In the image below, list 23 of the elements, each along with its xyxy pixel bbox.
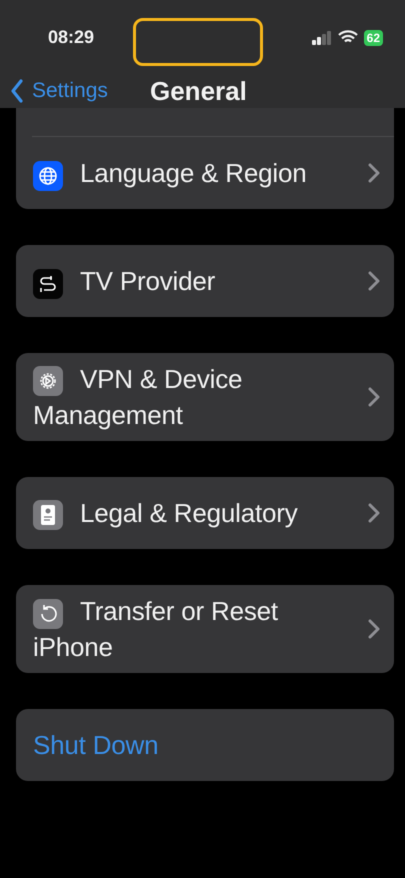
chevron-icon: [368, 271, 380, 291]
status-time: 08:29: [48, 27, 94, 48]
back-chevron-icon: [10, 79, 24, 103]
settings-row[interactable]: VPN & Device Management: [16, 353, 394, 441]
signal-icon: [312, 30, 332, 44]
page-title: General: [150, 76, 247, 106]
chevron-icon: [368, 619, 380, 639]
settings-row[interactable]: Legal & Regulatory: [16, 477, 394, 549]
back-button[interactable]: Settings: [0, 79, 108, 103]
cable-icon: [33, 269, 63, 299]
globe-icon: [33, 161, 63, 191]
shut-down-button[interactable]: Shut Down: [16, 709, 394, 781]
settings-row[interactable]: TV Provider: [16, 245, 394, 317]
reset-icon: [33, 599, 63, 629]
gear-icon: [33, 366, 63, 396]
chevron-icon: [368, 503, 380, 523]
wifi-icon: [338, 30, 358, 45]
chevron-icon: [368, 163, 380, 183]
settings-row[interactable]: Language & Region: [16, 137, 394, 209]
document-icon: [33, 500, 63, 530]
battery-level: 62: [364, 30, 383, 46]
chevron-icon: [368, 387, 380, 407]
settings-row[interactable]: Transfer or Reset iPhone: [16, 585, 394, 673]
